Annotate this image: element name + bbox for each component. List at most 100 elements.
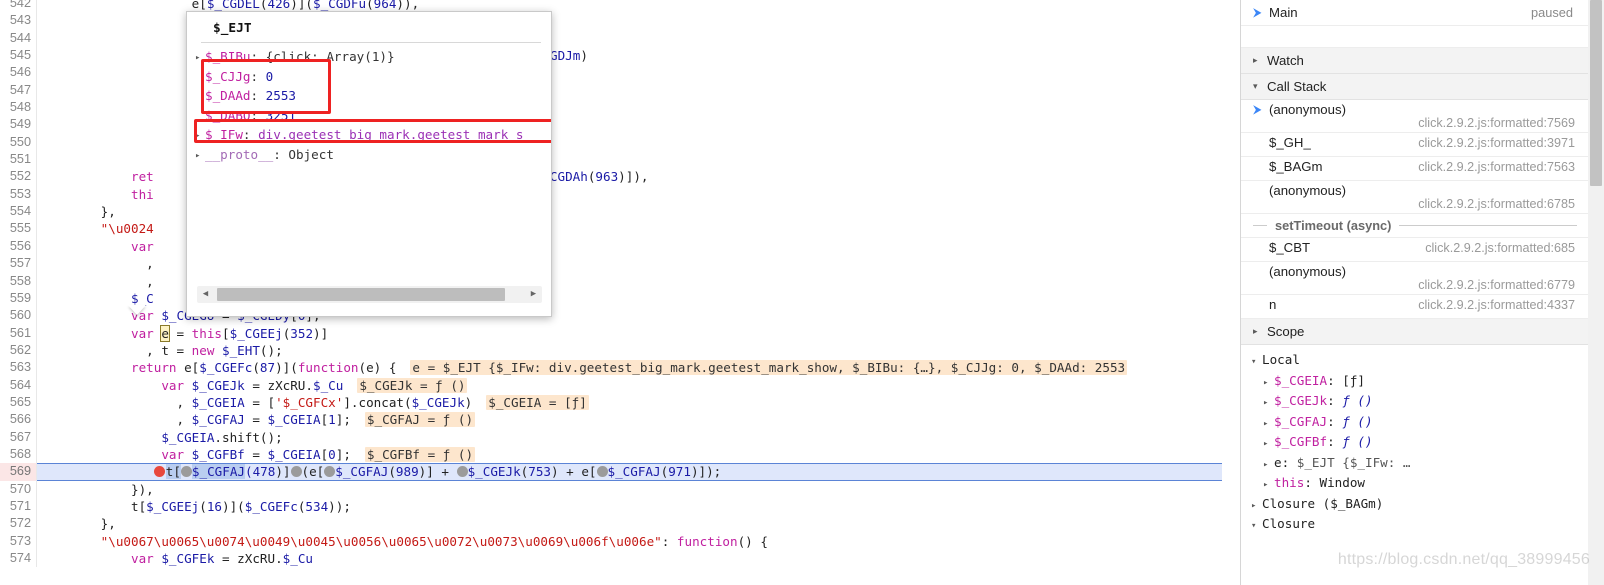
line-code[interactable]: , (40, 255, 154, 272)
popup-property-row[interactable]: ▸$_CJJg: 0 (187, 67, 551, 87)
scope-variable-row[interactable]: ▸ $_CGEIA: [ƒ] (1241, 370, 1589, 391)
chevron-right-icon[interactable]: ▸ (1263, 393, 1274, 414)
line-code[interactable]: var $_CGFBf = $_CGEIA[0]; $_CGFBf = ƒ () (40, 446, 476, 463)
scrollbar-thumb[interactable] (217, 288, 505, 301)
line-number[interactable]: 548 (0, 99, 32, 116)
line-number[interactable]: 570 (0, 481, 32, 498)
chevron-right-icon[interactable]: ▸ (1253, 326, 1267, 337)
line-code[interactable]: }, (40, 515, 116, 532)
line-number[interactable]: 546 (0, 64, 32, 81)
chevron-right-icon[interactable]: ▸ (1263, 434, 1274, 455)
line-number[interactable]: 542 (0, 0, 32, 12)
chevron-down-icon[interactable]: ▾ (1251, 516, 1262, 537)
call-stack-frame[interactable]: (anonymous) click.2.9.2.js:formatted:677… (1241, 262, 1589, 295)
step-marker-icon[interactable] (324, 466, 336, 478)
line-code[interactable]: , $_CGFAJ = $_CGEIA[1]; $_CGFAJ = ƒ () (40, 411, 476, 428)
object-preview-popup[interactable]: $_EJT ▸$_BIBu: {click: Array(1)} ▸$_CJJg… (186, 11, 552, 317)
scrollbar-thumb[interactable] (1590, 0, 1602, 186)
scope-group-closure[interactable]: ▸ Closure ($_BAGm) (1241, 493, 1589, 514)
scope-group-local[interactable]: ▾ Local (1241, 350, 1589, 371)
line-number[interactable]: 573 (0, 533, 32, 550)
line-number[interactable]: 558 (0, 273, 32, 290)
line-code[interactable]: t[$_CGEEj(16)]($_CGEFc(534)); (40, 498, 351, 515)
chevron-right-icon[interactable]: ▸ (195, 147, 205, 167)
sidebar-vertical-scrollbar[interactable] (1588, 0, 1604, 585)
line-code[interactable]: var $_CGFEk = zXcRU.$_Cu (40, 550, 313, 567)
line-number[interactable]: 553 (0, 186, 32, 203)
line-number[interactable]: 557 (0, 255, 32, 272)
code-line[interactable]: 567 $_CGEIA.shift(); (0, 428, 1240, 446)
code-line[interactable]: 570 }), (0, 480, 1240, 498)
scope-variable-row[interactable]: ▸ $_CGFBf: ƒ () (1241, 432, 1589, 453)
line-number[interactable]: 547 (0, 82, 32, 99)
line-code[interactable]: "\u0067\u0065\u0074\u0049\u0045\u0056\u0… (40, 533, 768, 550)
scope-variable-row[interactable]: ▸ $_CGEJk: ƒ () (1241, 391, 1589, 412)
line-number[interactable]: 574 (0, 550, 32, 567)
scroll-right-icon[interactable]: ▶ (525, 286, 542, 303)
line-number[interactable]: 545 (0, 47, 32, 64)
scope-group-closure[interactable]: ▾ Closure (1241, 514, 1589, 535)
code-line-paused[interactable]: 569 t[$_CGFAJ(478)] (e[$_CGFAJ(989)] + $_… (0, 463, 1240, 481)
line-code[interactable]: }, (40, 203, 116, 220)
call-stack-frame[interactable]: $_CBT click.2.9.2.js:formatted:685 (1241, 238, 1589, 262)
popup-property-row[interactable]: ▸$_DAAd: 2553 (187, 86, 551, 106)
chevron-right-icon[interactable]: ▸ (1263, 455, 1274, 476)
line-number[interactable]: 567 (0, 429, 32, 446)
line-number[interactable]: 569 (0, 463, 32, 480)
call-stack-frame[interactable]: ⮞ (anonymous) click.2.9.2.js:formatted:7… (1241, 100, 1589, 133)
line-code[interactable]: var e = this[$_CGEEj(352)] (40, 324, 328, 342)
call-stack-frame[interactable]: $_GH_ click.2.9.2.js:formatted:3971 (1241, 133, 1589, 157)
breakpoint-icon[interactable] (153, 466, 165, 478)
line-number[interactable]: 554 (0, 203, 32, 220)
code-line[interactable]: 562 , t = new $_EHT(); (0, 341, 1240, 360)
chevron-right-icon[interactable]: ▸ (1263, 475, 1274, 496)
call-stack-frame[interactable]: n click.2.9.2.js:formatted:4337 (1241, 295, 1589, 319)
line-number[interactable]: 552 (0, 168, 32, 185)
line-number[interactable]: 550 (0, 134, 32, 151)
scope-variable-row[interactable]: ▸ e: $_EJT {$_IFw: … (1241, 452, 1589, 476)
chevron-right-icon[interactable]: ▸ (1263, 414, 1274, 435)
line-number[interactable]: 543 (0, 12, 32, 29)
line-code[interactable]: }), (40, 481, 154, 498)
scroll-left-icon[interactable]: ◀ (197, 286, 214, 303)
call-stack-frame[interactable]: $_BAGm click.2.9.2.js:formatted:7563 (1241, 157, 1589, 181)
source-code-editor[interactable]: 542 e[$_CGDEL(426)]($_CGDFu(964)), 543 5… (0, 0, 1240, 585)
chevron-down-icon[interactable]: ▾ (1253, 81, 1267, 92)
line-number[interactable]: 551 (0, 151, 32, 168)
line-code[interactable]: t[$_CGFAJ(478)] (e[$_CGFAJ(989)] + $_CGEJ… (40, 463, 721, 480)
code-line[interactable]: 571 t[$_CGEEj(16)]($_CGEFc(534)); (0, 497, 1240, 516)
line-number[interactable]: 568 (0, 446, 32, 463)
popup-horizontal-scrollbar[interactable]: ◀ ▶ (197, 286, 542, 303)
code-line[interactable]: 566 , $_CGFAJ = $_CGEIA[1]; $_CGFAJ = ƒ (… (0, 411, 1240, 429)
line-code[interactable]: var $_CGEJk = zXcRU.$_Cu $_CGEJk = ƒ () (40, 377, 468, 394)
scope-variable-row[interactable]: ▸ $_CGFAJ: ƒ () (1241, 411, 1589, 435)
step-marker-icon[interactable] (596, 466, 608, 478)
popup-property-row[interactable]: ▸ $_BIBu: {click: Array(1)} (187, 47, 551, 67)
code-line[interactable]: 574 var $_CGFEk = zXcRU.$_Cu (0, 550, 1240, 568)
line-number[interactable]: 564 (0, 377, 32, 394)
line-number[interactable]: 549 (0, 116, 32, 133)
step-marker-icon[interactable] (290, 466, 302, 478)
line-number[interactable]: 560 (0, 307, 32, 324)
section-call-stack[interactable]: ▾ Call Stack (1241, 74, 1589, 100)
call-stack-frame[interactable]: (anonymous) click.2.9.2.js:formatted:678… (1241, 181, 1589, 214)
chevron-down-icon[interactable]: ▾ (1251, 352, 1262, 373)
line-number[interactable]: 556 (0, 238, 32, 255)
line-number[interactable]: 566 (0, 411, 32, 428)
line-code[interactable]: , (40, 273, 154, 290)
line-code[interactable]: return e[$_CGEFc(87)](function(e) {e = $… (40, 359, 1128, 376)
step-marker-icon[interactable] (180, 466, 192, 478)
line-code[interactable]: var (40, 238, 154, 255)
section-watch[interactable]: ▸ Watch (1241, 48, 1589, 74)
code-line[interactable]: 563 return e[$_CGEFc(87)](function(e) {e… (0, 359, 1240, 377)
step-marker-icon[interactable] (456, 466, 468, 478)
popup-property-row[interactable]: ▸ $_IFw: div.geetest_big_mark.geetest_mar… (187, 125, 551, 145)
line-number[interactable]: 563 (0, 359, 32, 376)
line-code[interactable]: thi (40, 186, 154, 203)
line-code[interactable]: $_CGEIA.shift(); (40, 429, 282, 446)
code-line[interactable]: 561 var e = this[$_CGEEj(352)] (0, 324, 1240, 342)
line-number[interactable]: 555 (0, 220, 32, 237)
thread-row-main[interactable]: ⮞ Main paused (1241, 0, 1589, 26)
line-number[interactable]: 544 (0, 30, 32, 47)
code-line[interactable]: 565 , $_CGEIA = ['$_CGFCx'].concat($_CGE… (0, 393, 1240, 412)
